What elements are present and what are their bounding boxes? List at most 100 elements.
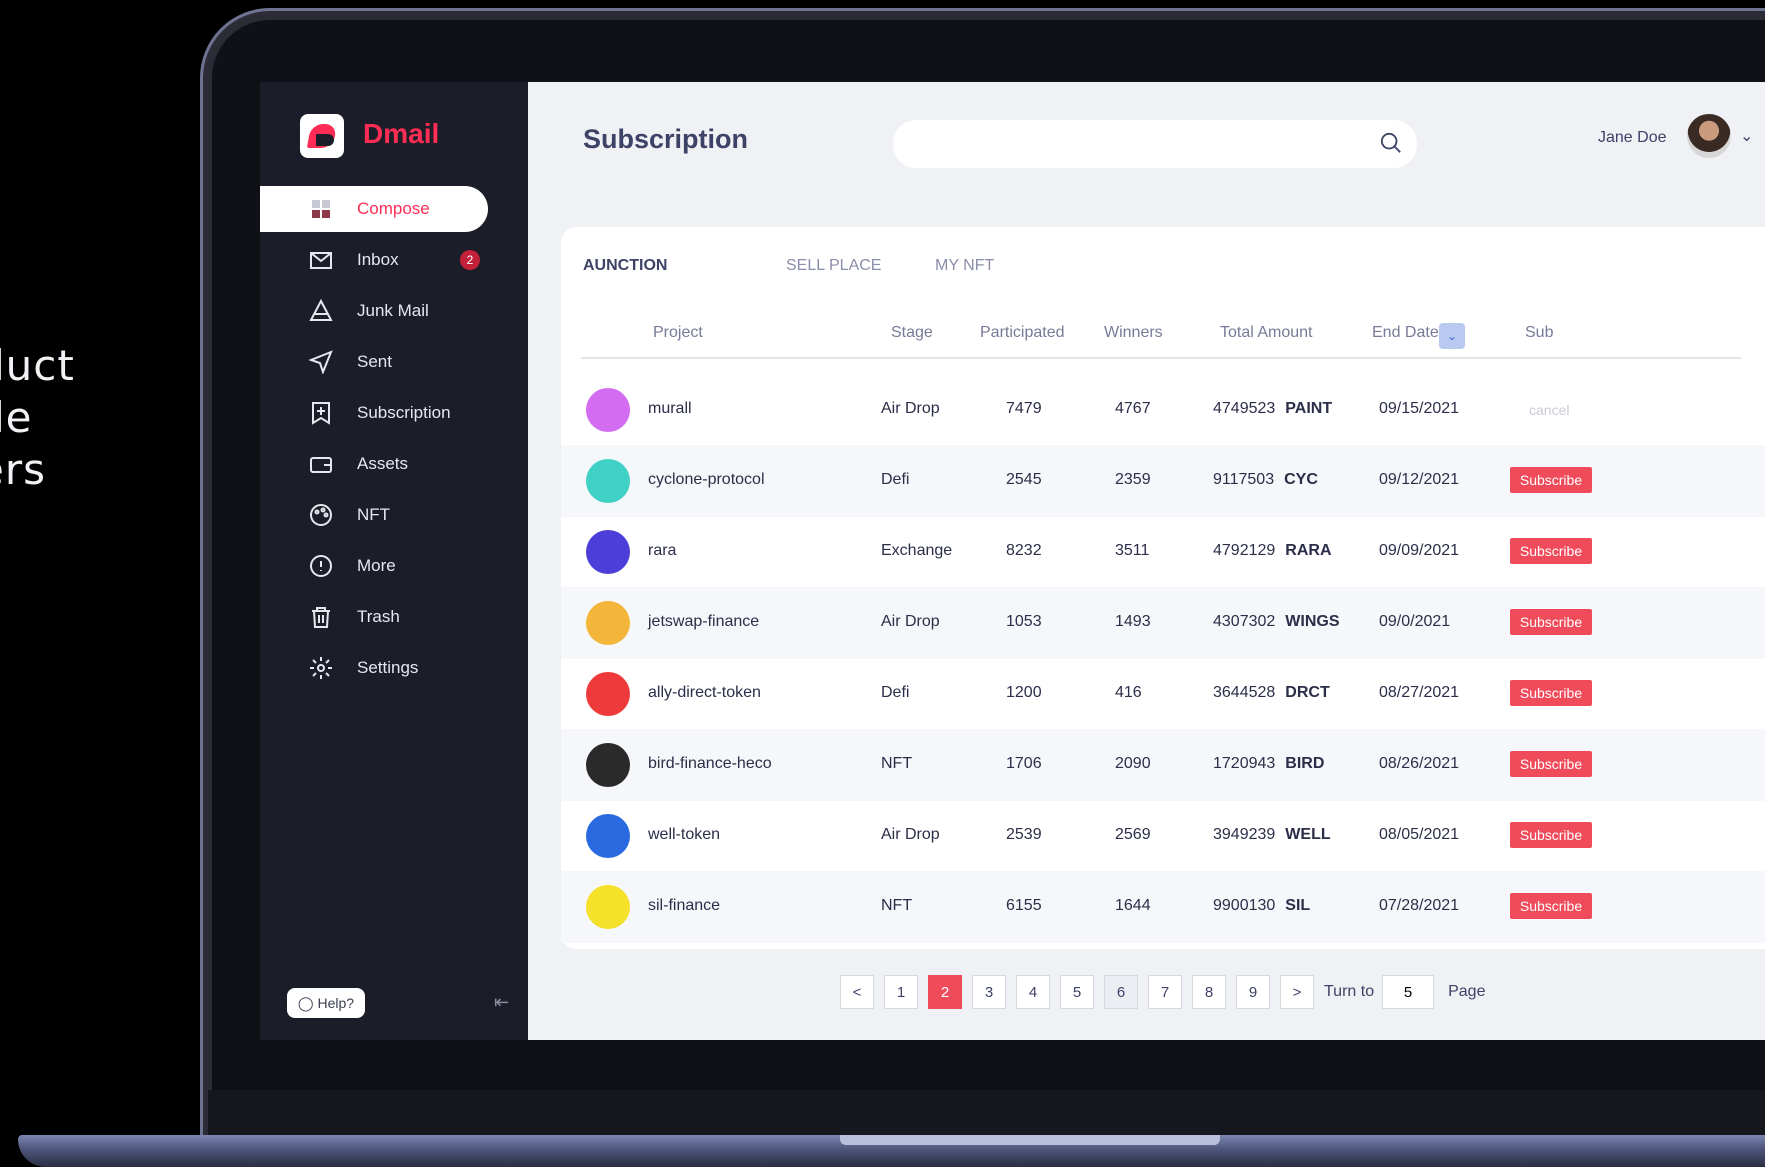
table-row[interactable]: bird-finance-heco NFT 1706 2090 1720943 BIRD 0… [561,729,1765,801]
tab-sell-place[interactable]: SELL PLACE [786,257,881,275]
page-button-current[interactable]: 2 [928,975,962,1009]
total-amount-cell: 9117503 CYC [1213,471,1318,489]
sidebar-item-label: NFT [357,505,391,524]
table-row[interactable]: rara Exchange 8232 3511 4792129 RARA 09/09/202… [561,516,1765,588]
header-divider [581,357,1741,359]
end-date-cell: 09/15/2021 [1379,400,1460,417]
page-button[interactable]: 3 [972,975,1006,1009]
sort-dropdown-icon[interactable]: ⌄ [1439,323,1465,349]
column-header-sub: Sub [1525,324,1554,341]
sidebar-item-junk-mail[interactable]: Junk Mail [260,288,528,334]
stage-cell: Air Drop [881,400,940,417]
sidebar-item-label: Subscription [357,403,451,422]
project-name[interactable]: jetswap-finance [648,613,759,631]
column-header-winners: Winners [1104,324,1163,341]
participated-cell: 1200 [1006,684,1042,701]
page-button[interactable]: 6 [1104,975,1138,1009]
project-name[interactable]: rara [648,542,676,560]
table-row[interactable]: murall Air Drop 7479 4767 4749523 PAINT 09/15/… [561,374,1765,446]
sidebar-item-label: Compose [357,199,430,218]
sidebar-item-compose[interactable]: Compose [260,186,488,232]
ticker-symbol: WINGS [1285,613,1340,630]
sidebar-item-subscription[interactable]: Subscription [260,390,528,436]
search-input[interactable] [893,120,1417,168]
dmail-logo-icon [300,114,344,158]
ticker-symbol: RARA [1285,542,1332,559]
tab-my-nft[interactable]: MY NFT [935,257,994,275]
column-header-total-amount: Total Amount [1220,324,1313,341]
sidebar-item-sent[interactable]: Sent [260,339,528,385]
page-button[interactable]: 5 [1060,975,1094,1009]
page-button[interactable]: 7 [1148,975,1182,1009]
project-name[interactable]: sil-finance [648,897,720,915]
project-logo-icon [586,814,630,858]
sidebar-item-inbox[interactable]: Inbox 2 [260,237,528,283]
amount-value: 3949239 [1213,826,1276,843]
sidebar-item-settings[interactable]: Settings [260,645,528,691]
table-row[interactable]: sil-finance NFT 6155 1644 9900130 SIL 07/28/20… [561,871,1765,943]
winners-cell: 3511 [1115,542,1150,559]
table-row[interactable]: cyclone-protocol Defi 2545 2359 9117503 CYC 09… [561,445,1765,517]
help-button[interactable]: ◯ Help? [287,988,365,1018]
stage-cell: Air Drop [881,826,940,843]
table-row[interactable]: well-token Air Drop 2539 2569 3949239 WELL 08/… [561,800,1765,872]
next-page-button[interactable]: > [1280,975,1314,1009]
project-logo-icon [586,743,630,787]
avatar[interactable] [1687,114,1731,158]
project-name[interactable]: well-token [648,826,720,844]
end-date-cell: 08/05/2021 [1379,826,1460,843]
sidebar-item-label: Sent [357,352,392,371]
end-date-cell: 09/12/2021 [1379,471,1460,488]
subscribe-button[interactable]: Subscribe [1510,751,1592,777]
chevron-down-icon[interactable]: ⌄ [1740,126,1753,146]
palette-icon [310,504,332,526]
amount-value: 4307302 [1213,613,1276,630]
search-icon[interactable] [1380,132,1402,154]
page-button[interactable]: 9 [1236,975,1270,1009]
project-name[interactable]: bird-finance-heco [648,755,772,773]
subscribe-button[interactable]: Subscribe [1510,680,1592,706]
sidebar-item-more[interactable]: More [260,543,528,589]
caption-line-2: de [0,393,33,442]
subscribe-button[interactable]: Subscribe [1510,822,1592,848]
participated-cell: 1053 [1006,613,1042,630]
subscribe-button[interactable]: Subscribe [1510,609,1592,635]
ticker-symbol: CYC [1284,471,1318,488]
sidebar-item-label: Settings [357,658,419,677]
turn-to-label: Turn to [1324,983,1375,1000]
help-label: Help? [317,995,355,1011]
ticker-symbol: WELL [1285,826,1331,843]
ticker-symbol: DRCT [1285,684,1330,701]
prev-page-button[interactable]: < [840,975,874,1009]
table-row[interactable]: ally-direct-token Defi 1200 416 3644528 DRCT 0… [561,658,1765,730]
page-jump-input[interactable] [1382,975,1435,1009]
page-button[interactable]: 1 [884,975,918,1009]
gear-icon [310,657,332,679]
sidebar-item-trash[interactable]: Trash [260,594,528,640]
project-name[interactable]: cyclone-protocol [648,471,765,489]
tab-aunction[interactable]: AUNCTION [583,257,667,275]
sidebar-nav: Compose Inbox 2 Junk Mail Sent Subscript… [260,186,528,696]
user-name[interactable]: Jane Doe [1598,129,1667,147]
page-button[interactable]: 4 [1016,975,1050,1009]
winners-cell: 2359 [1115,471,1151,488]
subscribe-button[interactable]: Subscribe [1510,893,1592,919]
collapse-sidebar-icon[interactable]: ⇤ [494,992,509,1013]
project-logo-icon [586,388,630,432]
subscribe-button[interactable]: Subscribe [1510,467,1592,493]
sidebar-item-nft[interactable]: NFT [260,492,528,538]
total-amount-cell: 1720943 BIRD [1213,755,1324,773]
project-name[interactable]: ally-direct-token [648,684,761,702]
column-header-end-date: End Date [1372,324,1439,341]
page-button[interactable]: 8 [1192,975,1226,1009]
project-name[interactable]: murall [648,400,692,418]
table-row[interactable]: jetswap-finance Air Drop 1053 1493 4307302 WI… [561,587,1765,659]
subscribe-button[interactable]: Subscribe [1510,538,1592,564]
winners-cell: 416 [1115,684,1142,701]
cancel-link[interactable]: cancel [1529,402,1569,418]
laptop-notch [840,1135,1220,1145]
end-date-cell: 08/26/2021 [1379,755,1460,772]
ticker-symbol: SIL [1285,897,1311,914]
sidebar-item-assets[interactable]: Assets [260,441,528,487]
inbox-icon [310,252,332,269]
